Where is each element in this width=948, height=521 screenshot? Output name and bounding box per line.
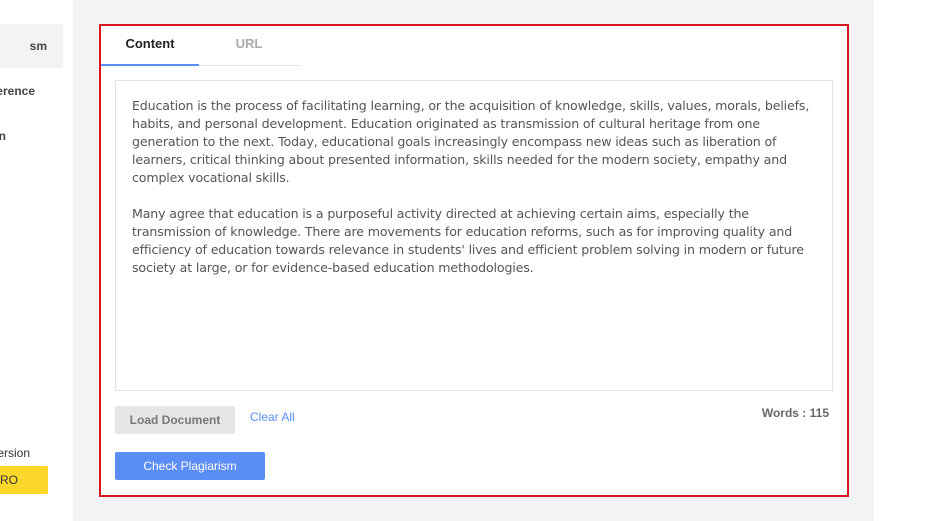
tab-content[interactable]: Content [101, 26, 199, 66]
upgrade-pro-button[interactable]: RO [0, 466, 48, 494]
app-root: sm fference son ersion RO Content URL Ed… [0, 0, 948, 521]
check-panel: Content URL Education is the process of … [99, 24, 849, 497]
sidebar: sm fference son ersion RO [0, 0, 73, 521]
word-count: Words : 115 [761, 406, 829, 420]
content-textarea[interactable]: Education is the process of facilitating… [115, 80, 833, 391]
tab-bar: Content URL [101, 26, 301, 66]
sidebar-item-difference[interactable]: fference [0, 81, 63, 101]
clear-all-link[interactable]: Clear All [250, 410, 295, 424]
sidebar-item-label: son [0, 129, 6, 143]
paragraph: Education is the process of facilitating… [132, 98, 810, 185]
sidebar-item-plagiarism[interactable]: sm [0, 24, 63, 68]
paragraph: Many agree that education is a purposefu… [132, 206, 804, 275]
check-plagiarism-button[interactable]: Check Plagiarism [115, 452, 265, 480]
load-document-button[interactable]: Load Document [115, 406, 235, 434]
tab-url[interactable]: URL [199, 26, 299, 66]
sidebar-item-label: sm [29, 39, 47, 53]
sidebar-item-label: fference [0, 84, 35, 98]
sidebar-item-comparison[interactable]: son [0, 126, 63, 146]
